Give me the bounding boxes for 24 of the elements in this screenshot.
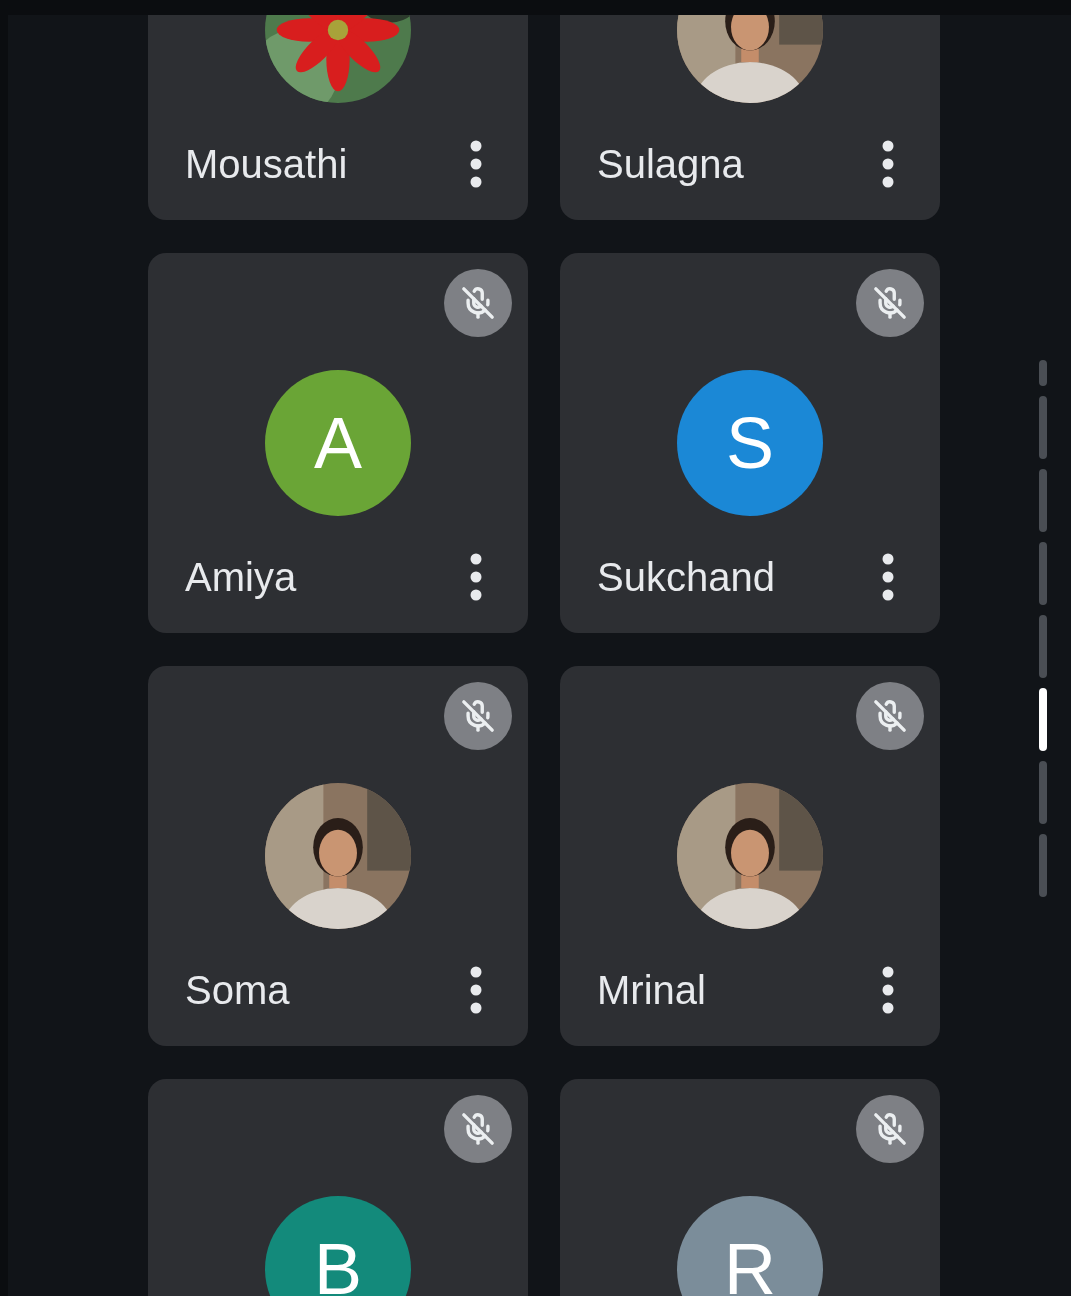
avatar: R (677, 1196, 823, 1296)
avatar: B (265, 1196, 411, 1296)
participant-tile[interactable]: Soma (148, 666, 528, 1046)
participant-tile[interactable]: A Amiya (148, 253, 528, 633)
page-indicator[interactable] (1039, 688, 1047, 751)
participant-name: Amiya (185, 554, 297, 601)
participant-tile[interactable]: Mrinal (560, 666, 940, 1046)
more-vertical-icon (470, 140, 482, 188)
participant-tile[interactable]: Sulagna (560, 15, 940, 220)
more-vertical-icon (882, 140, 894, 188)
participant-tile[interactable]: Mousathi (148, 15, 528, 220)
more-vertical-icon (470, 553, 482, 601)
participant-name: Mrinal (597, 967, 706, 1014)
participant-name: Sulagna (597, 141, 744, 188)
participant-name: Mousathi (185, 141, 348, 188)
avatar: A (265, 370, 411, 516)
participant-tile[interactable]: B (148, 1079, 528, 1296)
more-vertical-icon (882, 553, 894, 601)
more-vertical-icon (882, 966, 894, 1014)
participant-tile[interactable]: S Sukchand (560, 253, 940, 633)
participant-name: Soma (185, 967, 290, 1014)
participant-name: Sukchand (597, 554, 775, 601)
more-vertical-icon (470, 966, 482, 1014)
avatar: S (677, 370, 823, 516)
